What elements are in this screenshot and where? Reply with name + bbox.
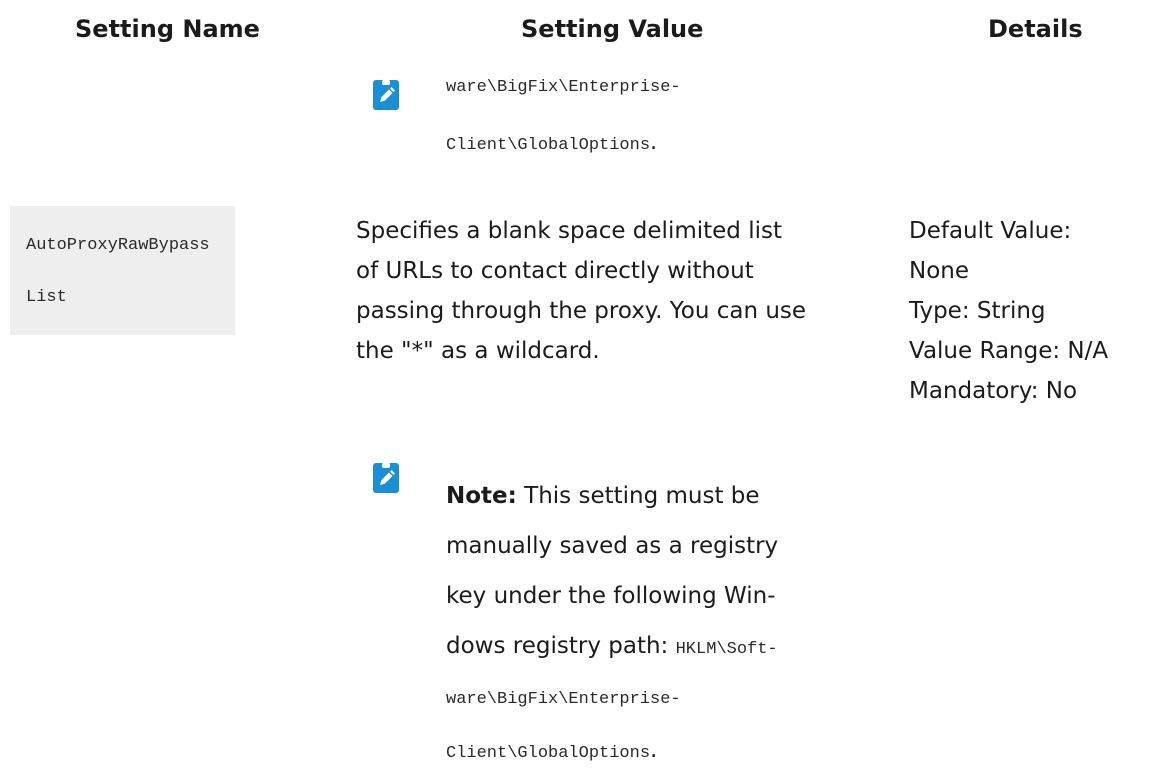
- note-registry-path-part3: Client\GlobalOptions: [446, 744, 651, 763]
- note-registry-path-part1: HKLM\Soft-: [675, 640, 778, 659]
- detail-value-range: Value Range: N/A: [909, 338, 1109, 364]
- setting-description: Specifies a blank space delimited list o…: [356, 211, 806, 371]
- note-line3: key under the following Win-: [446, 583, 776, 609]
- description-line: Specifies a blank space delimited list: [356, 218, 782, 244]
- description-line: the "*" as a wildcard.: [356, 338, 600, 364]
- setting-name-cell: AutoProxyRawBypass List: [10, 206, 235, 335]
- note-line4-text: dows registry path:: [446, 633, 676, 659]
- note-icon: [373, 80, 399, 110]
- detail-default-value-label: Default Value:: [909, 218, 1072, 244]
- prev-note-path-code: Client\GlobalOptions: [446, 136, 651, 155]
- note-line1-text: This setting must be: [516, 483, 760, 509]
- detail-mandatory: Mandatory: No: [909, 378, 1078, 404]
- note-line2: manually saved as a registry: [446, 533, 779, 559]
- setting-name-line1: AutoProxyRawBypass: [26, 236, 210, 255]
- note-line4: dows registry path: HKLM\Soft-: [446, 621, 778, 675]
- prev-note-path-line1: ware\BigFix\Enterprise-: [446, 78, 681, 97]
- note-period: .: [650, 737, 658, 763]
- description-line: passing through the proxy. You can use: [356, 298, 807, 324]
- detail-type: Type: String: [909, 298, 1046, 324]
- note-label: Note:: [446, 483, 517, 509]
- setting-details: Default Value: None Type: String Value R…: [909, 211, 1108, 411]
- header-setting-value: Setting Value: [521, 15, 704, 43]
- prev-note-path-period: .: [650, 130, 658, 155]
- setting-name-line2: List: [26, 288, 67, 307]
- header-details: Details: [988, 15, 1083, 43]
- description-line: of URLs to contact directly without: [356, 258, 754, 284]
- detail-default-value: None: [909, 258, 970, 284]
- prev-note-path-line2: Client\GlobalOptions.: [446, 130, 657, 155]
- note-block: Note: This setting must be manually save…: [446, 471, 778, 779]
- note-line1: Note: This setting must be: [446, 471, 778, 521]
- note-icon: [373, 463, 399, 493]
- header-setting-name: Setting Name: [75, 15, 260, 43]
- note-registry-path-part2: ware\BigFix\Enterprise-: [446, 690, 681, 709]
